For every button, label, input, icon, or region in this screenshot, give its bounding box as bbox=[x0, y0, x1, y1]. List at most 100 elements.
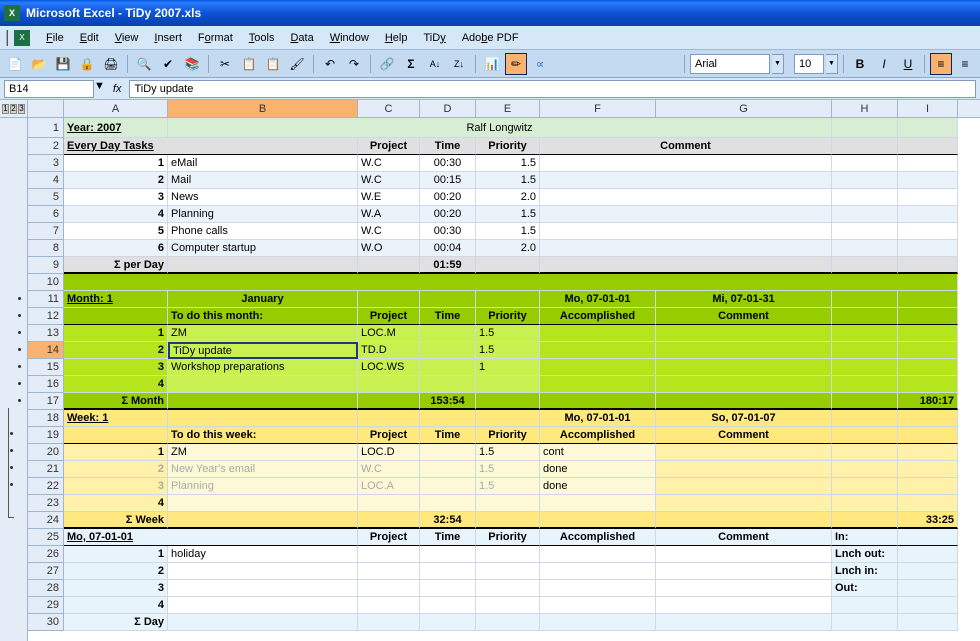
cell[interactable]: 2.0 bbox=[476, 240, 540, 257]
cell[interactable] bbox=[832, 393, 898, 410]
share-icon[interactable]: ∝ bbox=[529, 53, 551, 75]
cell[interactable] bbox=[420, 291, 476, 308]
cell[interactable] bbox=[832, 342, 898, 359]
redo-icon[interactable]: ↷ bbox=[343, 53, 365, 75]
cell[interactable]: Week: 1 bbox=[64, 410, 168, 427]
cell[interactable] bbox=[832, 189, 898, 206]
cell[interactable]: 3 bbox=[64, 189, 168, 206]
cell[interactable] bbox=[476, 580, 540, 597]
cell[interactable] bbox=[420, 444, 476, 461]
cell[interactable] bbox=[656, 461, 832, 478]
row-header[interactable]: 15 bbox=[28, 359, 64, 376]
cell[interactable]: LOC.D bbox=[358, 444, 420, 461]
cell[interactable] bbox=[64, 274, 958, 291]
cell[interactable]: LOC.WS bbox=[358, 359, 420, 376]
cell[interactable]: 3 bbox=[64, 478, 168, 495]
col-G[interactable]: G bbox=[656, 100, 832, 117]
cell[interactable]: 6 bbox=[64, 240, 168, 257]
cell[interactable] bbox=[656, 563, 832, 580]
cell[interactable] bbox=[476, 512, 540, 529]
cell[interactable] bbox=[540, 512, 656, 529]
cell[interactable] bbox=[898, 291, 958, 308]
bold-icon[interactable]: B bbox=[849, 53, 871, 75]
permission-icon[interactable]: 🔒 bbox=[76, 53, 98, 75]
outline-bar[interactable]: 123 bbox=[0, 100, 28, 641]
cell[interactable]: Comment bbox=[656, 308, 832, 325]
col-H[interactable]: H bbox=[832, 100, 898, 117]
drawing-icon[interactable]: ✏ bbox=[505, 53, 527, 75]
cell[interactable] bbox=[832, 240, 898, 257]
cell[interactable]: Time bbox=[420, 427, 476, 444]
col-I[interactable]: I bbox=[898, 100, 958, 117]
row-header[interactable]: 2 bbox=[28, 138, 64, 155]
row-header[interactable]: 20 bbox=[28, 444, 64, 461]
cell[interactable] bbox=[898, 155, 958, 172]
cell[interactable] bbox=[358, 495, 420, 512]
cell[interactable]: LOC.M bbox=[358, 325, 420, 342]
cell[interactable] bbox=[832, 291, 898, 308]
cell[interactable] bbox=[898, 342, 958, 359]
row-header[interactable]: 12 bbox=[28, 308, 64, 325]
cell[interactable] bbox=[898, 189, 958, 206]
print-icon[interactable]: 🖨 bbox=[100, 53, 122, 75]
cell[interactable] bbox=[540, 206, 832, 223]
cell[interactable]: 00:30 bbox=[420, 223, 476, 240]
cell[interactable]: holiday bbox=[168, 546, 358, 563]
hyperlink-icon[interactable]: 🔗 bbox=[376, 53, 398, 75]
cell[interactable] bbox=[898, 223, 958, 240]
cell[interactable] bbox=[898, 172, 958, 189]
row-header[interactable]: 7 bbox=[28, 223, 64, 240]
font-dropdown-icon[interactable]: ▼ bbox=[772, 54, 784, 74]
cell[interactable] bbox=[168, 257, 358, 274]
cell[interactable] bbox=[420, 410, 476, 427]
cell[interactable]: Time bbox=[420, 308, 476, 325]
row-header[interactable]: 14 bbox=[28, 342, 64, 359]
cell[interactable] bbox=[420, 478, 476, 495]
cell[interactable]: done bbox=[540, 461, 656, 478]
select-all-corner[interactable] bbox=[28, 100, 64, 117]
col-D[interactable]: D bbox=[420, 100, 476, 117]
cell[interactable]: In: bbox=[832, 529, 898, 546]
cell[interactable]: 1.5 bbox=[476, 342, 540, 359]
cell[interactable] bbox=[898, 597, 958, 614]
cell[interactable] bbox=[540, 189, 832, 206]
cell[interactable] bbox=[898, 563, 958, 580]
cell[interactable] bbox=[898, 138, 958, 155]
spell-icon[interactable]: ✔ bbox=[157, 53, 179, 75]
col-C[interactable]: C bbox=[358, 100, 420, 117]
row-header[interactable]: 25 bbox=[28, 529, 64, 546]
cell[interactable]: 00:20 bbox=[420, 206, 476, 223]
cell[interactable] bbox=[832, 597, 898, 614]
cell[interactable] bbox=[358, 291, 420, 308]
save-icon[interactable]: 💾 bbox=[52, 53, 74, 75]
cell[interactable] bbox=[832, 257, 898, 274]
cell[interactable]: cont bbox=[540, 444, 656, 461]
cell[interactable]: 32:54 bbox=[420, 512, 476, 529]
row-header[interactable]: 18 bbox=[28, 410, 64, 427]
cell[interactable] bbox=[476, 410, 540, 427]
cell[interactable]: Time bbox=[420, 138, 476, 155]
namebox-dropdown-icon[interactable]: ▼ bbox=[94, 80, 105, 98]
cell[interactable] bbox=[898, 308, 958, 325]
cell[interactable] bbox=[898, 427, 958, 444]
cell[interactable] bbox=[358, 580, 420, 597]
cell[interactable]: LOC.A bbox=[358, 478, 420, 495]
row-header[interactable]: 3 bbox=[28, 155, 64, 172]
row-header[interactable]: 30 bbox=[28, 614, 64, 631]
row-header[interactable]: 22 bbox=[28, 478, 64, 495]
autosum-icon[interactable]: Σ bbox=[400, 53, 422, 75]
menu-tools[interactable]: Tools bbox=[241, 30, 283, 46]
open-icon[interactable]: 📂 bbox=[28, 53, 50, 75]
copy-icon[interactable]: 📋 bbox=[238, 53, 260, 75]
cell[interactable]: W.C bbox=[358, 172, 420, 189]
cell[interactable] bbox=[540, 393, 656, 410]
font-size-box[interactable]: 10 bbox=[794, 54, 824, 74]
cell[interactable] bbox=[832, 172, 898, 189]
paste-icon[interactable]: 📋 bbox=[262, 53, 284, 75]
cell[interactable] bbox=[476, 376, 540, 393]
cell[interactable] bbox=[168, 580, 358, 597]
cell[interactable]: 3 bbox=[64, 580, 168, 597]
cell[interactable] bbox=[898, 257, 958, 274]
cell[interactable] bbox=[358, 410, 420, 427]
cell[interactable]: TD.D bbox=[358, 342, 420, 359]
